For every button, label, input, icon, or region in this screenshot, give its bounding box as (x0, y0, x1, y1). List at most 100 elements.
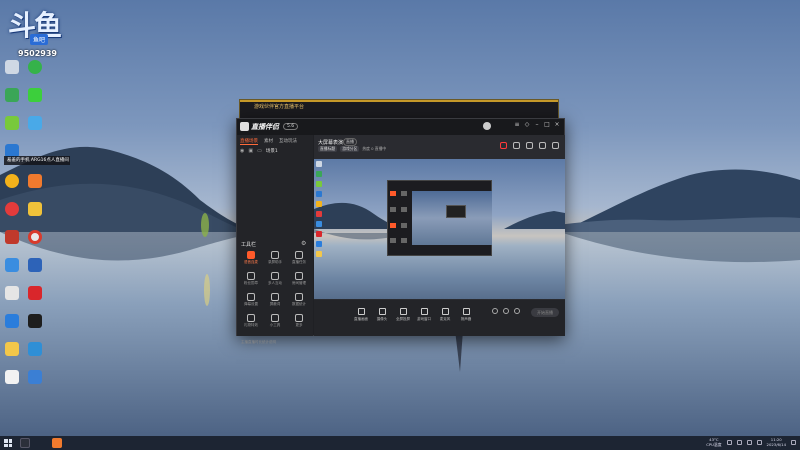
help-icon[interactable] (514, 308, 520, 314)
scene-selector[interactable]: 场景1 (266, 148, 278, 154)
desktop-icon-app-9[interactable] (24, 202, 46, 216)
desktop-icon-app-2[interactable] (24, 88, 46, 102)
maximize-icon[interactable]: □ (544, 122, 550, 128)
wps-icon (28, 286, 42, 300)
wechat-icon (28, 60, 42, 74)
tray-chevron-icon[interactable] (726, 439, 732, 445)
desktop-icon-document[interactable] (1, 370, 23, 384)
sidebar-tabs: 直播场景 素材 互动玩法 (240, 138, 297, 145)
volume-icon[interactable] (746, 439, 752, 445)
desktop-icon-app-16[interactable] (24, 342, 46, 356)
tool-item[interactable]: 数据统计 (287, 293, 311, 307)
start-live-button[interactable]: 开始直播 (531, 308, 559, 317)
tools-settings-icon[interactable]: ⚙ (301, 240, 306, 247)
tool-item[interactable]: 直播任务 (287, 251, 311, 265)
tool-item[interactable]: 多人互动 (263, 272, 287, 286)
tool-item[interactable]: 更多 (287, 314, 311, 328)
desktop-icon-app-15[interactable] (24, 314, 46, 328)
lock-icon[interactable]: ▣ (248, 148, 253, 154)
multi-icon (271, 272, 279, 280)
desktop-icon-app-14[interactable] (1, 314, 23, 328)
minimize-icon[interactable]: – (534, 122, 540, 128)
tool-item[interactable]: 屏蔽词 (263, 293, 287, 307)
taskbar-clock[interactable]: 11:20 2023/6/14 (767, 437, 786, 447)
streaming-app-window[interactable]: 直播伴侣 5.6 ≡ ◇ – □ × 直播场景 素材 互动玩法 ◉ ▣ ▭ 场景… (236, 118, 565, 344)
tool-label: 粉丝勋章 (244, 281, 258, 285)
desktop-icon-wechat[interactable] (24, 60, 46, 74)
room-meta: 直播标题 游戏分区 热度 0 直播中 (318, 146, 386, 152)
source-button[interactable]: 摄像头 (375, 308, 389, 322)
tool-label: 屏蔽词 (269, 302, 281, 306)
desktop-icon-app-6[interactable] (1, 174, 23, 188)
share-icon[interactable] (552, 142, 559, 149)
desktop-icon-app-10[interactable] (1, 230, 23, 244)
record-icon (271, 251, 279, 259)
tool-item[interactable]: 录屏助手 (263, 251, 287, 265)
taskbar-search-icon[interactable] (20, 438, 30, 448)
network-icon[interactable] (736, 439, 742, 445)
tool-item[interactable]: 弹幕设置 (239, 293, 263, 307)
desktop-icon-app-7[interactable] (24, 174, 46, 188)
input-method-icon[interactable] (756, 439, 762, 445)
screenshot-icon[interactable] (526, 142, 533, 149)
desktop-icon-wps[interactable] (24, 286, 46, 300)
desktop-icon-app-1[interactable] (1, 88, 23, 102)
source-button[interactable]: 全屏投屏 (396, 308, 410, 322)
settings-icon[interactable] (503, 308, 509, 314)
source-button-label: 游戏窗口 (417, 317, 431, 321)
windows-start-icon[interactable] (4, 439, 12, 447)
tool-label: 多人互动 (268, 281, 282, 285)
desktop-icon-app-11[interactable] (1, 258, 23, 272)
desktop-icon-app-3[interactable] (1, 116, 23, 130)
document-icon (5, 370, 19, 384)
room-title: 大屏幕表演 (318, 140, 344, 146)
desktop-icon-app-8[interactable] (1, 202, 23, 216)
app-icon (5, 88, 19, 102)
source-button-label: 直播画面 (354, 317, 368, 321)
desktop-icon-app-17[interactable] (24, 370, 46, 384)
category-chip[interactable]: 游戏分区 (340, 146, 360, 152)
layout-icon[interactable]: ▭ (257, 148, 262, 154)
app-version-tag[interactable]: 5.6 (283, 123, 299, 130)
tool-item[interactable]: 小工具 (263, 314, 287, 328)
source-button[interactable]: 游戏窗口 (417, 308, 431, 322)
refresh-icon[interactable] (513, 142, 520, 149)
tool-item[interactable]: 礼物特效 (239, 314, 263, 328)
tab-materials[interactable]: 素材 (264, 138, 273, 145)
tab-live-scene[interactable]: 直播场景 (240, 138, 258, 145)
tool-item[interactable]: 房间管理 (287, 272, 311, 286)
source-button[interactable]: 麦克风 (438, 308, 452, 322)
tool-label: 小工具 (269, 323, 281, 327)
notification-icon[interactable] (539, 142, 546, 149)
desktop-icon-folder[interactable] (1, 342, 23, 356)
skin-icon[interactable]: ◇ (524, 122, 530, 128)
source-button[interactable]: 扬声器 (459, 308, 473, 322)
eye-icon[interactable]: ◉ (240, 148, 244, 154)
tool-item[interactable]: 语音连麦 (239, 251, 263, 265)
close-icon[interactable]: × (554, 122, 560, 128)
tool-item[interactable]: 粉丝勋章 (239, 272, 263, 286)
desktop-icon-recycle-bin[interactable] (1, 60, 23, 74)
camera-toggle-icon[interactable] (492, 308, 498, 314)
user-avatar[interactable] (483, 122, 491, 130)
live-notification-bar[interactable]: 羞羞的手机 ARG16点人直播间 (4, 156, 70, 165)
desktop-icon-app-4[interactable] (24, 116, 46, 130)
desktop-icon-app-13[interactable] (1, 286, 23, 300)
app-title-bar[interactable]: 直播伴侣 5.6 ≡ ◇ – □ × (237, 119, 564, 135)
live-preview-canvas[interactable] (314, 159, 565, 299)
desktop-icon-chrome[interactable] (24, 230, 46, 244)
tab-interactive[interactable]: 互动玩法 (279, 138, 297, 145)
desktop-icon-app-12[interactable] (24, 258, 46, 272)
source-button[interactable]: 直播画面 (354, 308, 368, 322)
record-icon[interactable] (500, 142, 507, 149)
taskbar-streaming-app-icon[interactable] (52, 438, 62, 448)
sidebar-footer-note[interactable]: 主播直播时长统计说明 (241, 340, 276, 345)
menu-icon[interactable]: ≡ (514, 122, 520, 128)
live-title-chip[interactable]: 直播标题 (318, 146, 338, 152)
notification-center-icon[interactable] (791, 439, 796, 445)
folder-icon (5, 342, 19, 356)
tool-label: 房间管理 (292, 281, 306, 285)
tools-section-title: 工具栏 (241, 242, 257, 248)
app-icon (5, 202, 19, 216)
app-icon (28, 88, 42, 102)
